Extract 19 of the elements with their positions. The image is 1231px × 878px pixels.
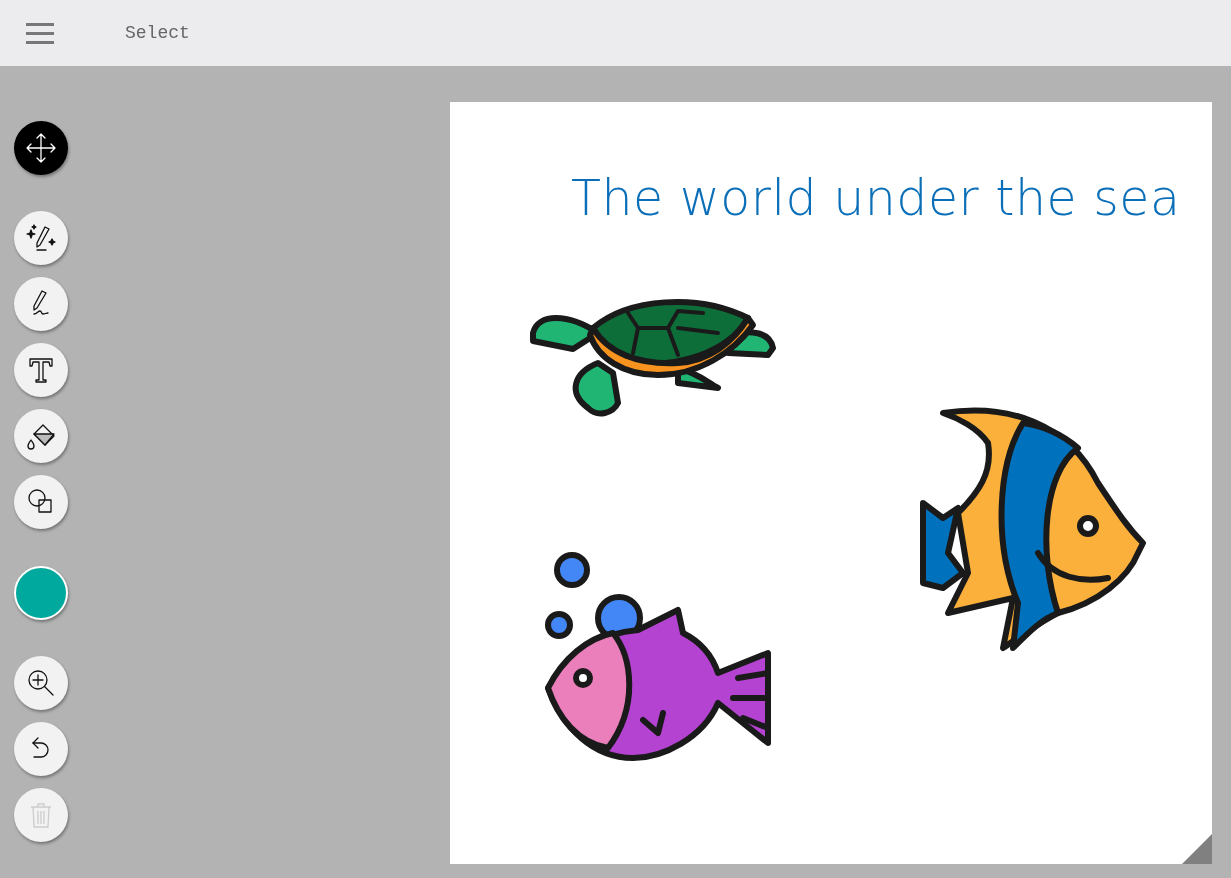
drawing-canvas[interactable]: The world under the sea: [450, 102, 1212, 864]
text-tool-button[interactable]: [14, 343, 68, 397]
fill-tool-button[interactable]: [14, 409, 68, 463]
menu-button[interactable]: [26, 21, 54, 45]
undo-tool-button[interactable]: [14, 722, 68, 776]
resize-handle[interactable]: [1182, 834, 1212, 864]
move-icon: [24, 131, 58, 165]
mode-label: Select: [125, 21, 190, 45]
canvas-title: The world under the sea: [571, 170, 1181, 229]
trash-icon: [28, 801, 54, 829]
magic-pen-tool-button[interactable]: [14, 211, 68, 265]
zoom-in-icon: [26, 668, 56, 698]
shapes-tool-button[interactable]: [14, 475, 68, 529]
pen-tool-button[interactable]: [14, 277, 68, 331]
magic-pen-icon: [25, 222, 57, 254]
text-icon: [26, 355, 56, 385]
zoom-tool-button[interactable]: [14, 656, 68, 710]
color-swatch[interactable]: [14, 566, 68, 620]
move-tool-button[interactable]: [14, 121, 68, 175]
